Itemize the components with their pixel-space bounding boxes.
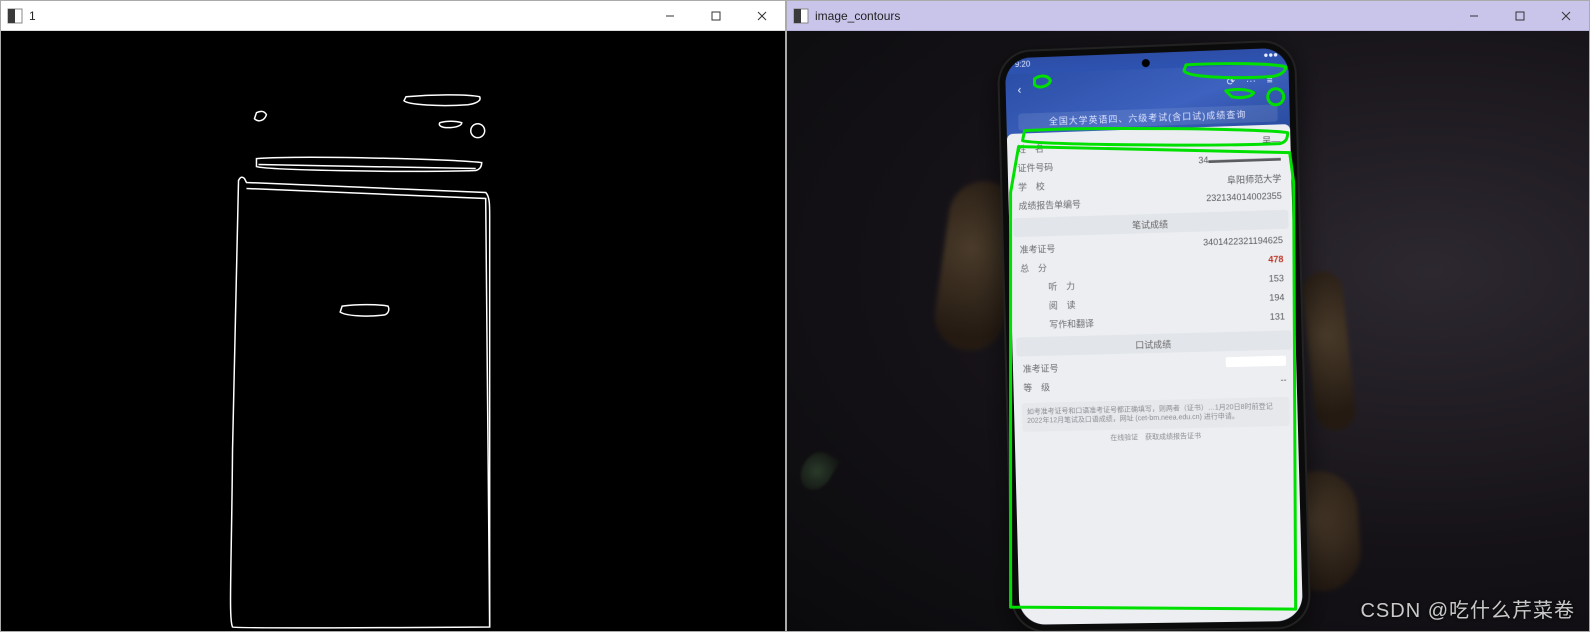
footnote: 如考准考证号和口语准考证号都正确填写，则两者（证书）…1月20日8时前登记202… <box>1022 397 1290 432</box>
header-icons: ⟳ ⋯ ≡ <box>1226 75 1276 88</box>
field-label: 写作和翻译 <box>1049 317 1094 331</box>
window-title: 1 <box>29 9 647 23</box>
close-button[interactable] <box>1543 1 1589 30</box>
field-value: 194 <box>1269 292 1284 305</box>
field-label: 总 分 <box>1020 261 1047 275</box>
field-label: 姓 名 <box>1017 142 1044 156</box>
window-buttons <box>647 1 785 30</box>
blank-input <box>1226 356 1287 368</box>
app-icon <box>793 8 809 24</box>
field-value: 34▬▬▬▬▬▬▬▬ <box>1198 153 1281 169</box>
field-value: 吴— <box>1262 133 1280 147</box>
maximize-button[interactable] <box>1497 1 1543 30</box>
minimize-button[interactable] <box>1451 1 1497 30</box>
field-label: 阅 读 <box>1049 298 1076 312</box>
field-label: 听 力 <box>1048 279 1075 293</box>
field-label: 成绩报告单编号 <box>1018 197 1081 212</box>
field-value: 3401422321194625 <box>1203 235 1283 250</box>
titlebar[interactable]: image_contours <box>787 1 1589 31</box>
field-value <box>1226 356 1287 371</box>
field-value: 131 <box>1270 311 1285 324</box>
field-label: 证件号码 <box>1017 160 1053 174</box>
watermark-text: CSDN @吃什么芹菜卷 <box>1360 594 1575 623</box>
field-value: 阜阳师范大学 <box>1227 172 1282 187</box>
minimize-button[interactable] <box>647 1 693 30</box>
field-value: 232134014002355 <box>1206 191 1282 206</box>
finger-shape <box>1301 269 1358 432</box>
field-label: 准考证号 <box>1023 361 1059 375</box>
maximize-button[interactable] <box>693 1 739 30</box>
field-value: 153 <box>1269 273 1284 286</box>
score-card: 姓 名 吴— 证件号码 34▬▬▬▬▬▬▬▬ 学 校 阜阳师范大学 成绩报告单编号 23… <box>1007 124 1303 625</box>
field-value: 478 <box>1268 254 1283 268</box>
photo-canvas: 9:20 ●●● ‹ ⟳ ⋯ ≡ 全国大学英语四、六级考试(含口试)成绩查询 姓… <box>787 31 1589 631</box>
window-edges: 1 <box>0 0 786 632</box>
window-buttons <box>1451 1 1589 30</box>
titlebar[interactable]: 1 <box>1 1 785 31</box>
close-button[interactable] <box>739 1 785 30</box>
edge-canvas <box>1 31 785 631</box>
status-time: 9:20 <box>1015 60 1031 75</box>
leaf-shape <box>794 446 840 496</box>
footnote-links: 在线验证 获取成绩报告证书 <box>1023 429 1291 445</box>
app-icon <box>7 8 23 24</box>
app-header: ‹ ⟳ ⋯ ≡ 全国大学英语四、六级考试(含口试)成绩查询 <box>1005 64 1290 135</box>
phone-mockup: 9:20 ●●● ‹ ⟳ ⋯ ≡ 全国大学英语四、六级考试(含口试)成绩查询 姓… <box>997 39 1312 631</box>
back-icon: ‹ <box>1017 83 1021 97</box>
field-value: -- <box>1280 375 1286 388</box>
field-label: 准考证号 <box>1020 242 1056 256</box>
window-contours: image_contours 9:20 ●●● <box>786 0 1590 632</box>
status-icons: ●●● <box>1263 50 1278 65</box>
field-label: 等 级 <box>1023 381 1050 395</box>
field-label: 学 校 <box>1018 180 1045 194</box>
window-title: image_contours <box>815 9 1451 23</box>
